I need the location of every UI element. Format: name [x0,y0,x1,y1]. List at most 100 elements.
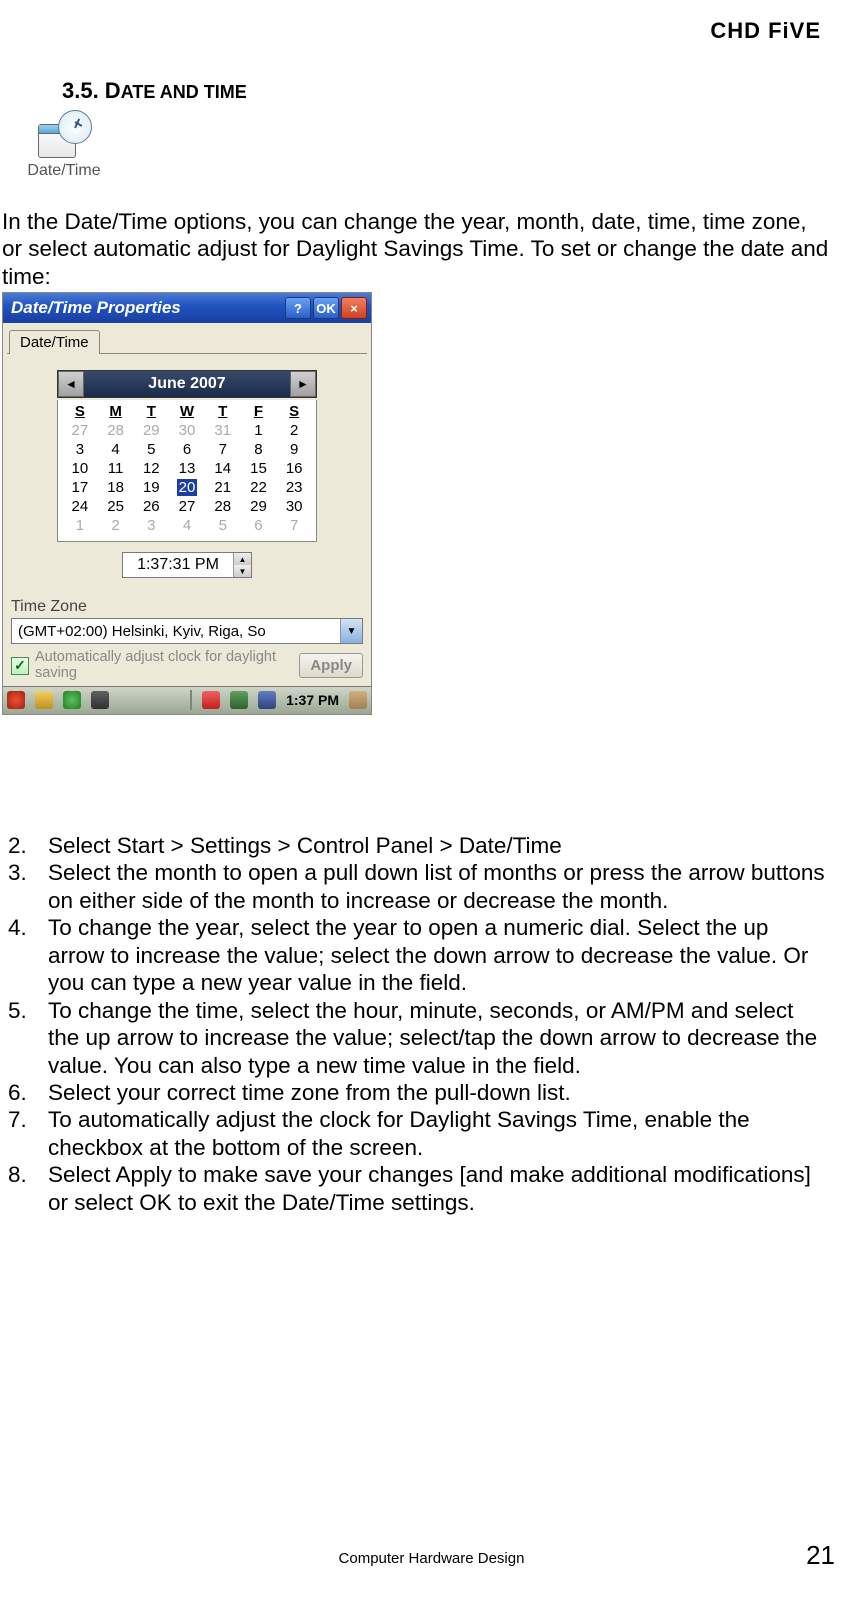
calendar-day[interactable]: 12 [133,459,169,478]
calendar-day[interactable]: 6 [169,440,205,459]
calendar-day[interactable]: 4 [98,440,134,459]
calendar-day[interactable]: 3 [133,516,169,535]
time-field[interactable]: 1:37:31 PM ▲ ▼ [122,552,252,578]
timezone-value: (GMT+02:00) Helsinki, Kyiv, Riga, So [12,619,340,643]
ok-button[interactable]: OK [313,297,339,319]
taskbar-icon-2[interactable] [63,691,81,709]
calendar-day[interactable]: 19 [133,478,169,497]
tray-icon-2[interactable] [230,691,248,709]
time-down-icon[interactable]: ▼ [234,565,251,577]
intro-paragraph: In the Date/Time options, you can change… [2,208,832,290]
prev-month-button[interactable]: ◄ [58,371,84,397]
month-label[interactable]: June 2007 [84,375,290,393]
calendar-day[interactable]: 23 [276,478,312,497]
instruction-number: 4. [2,914,48,996]
tray-icon-1[interactable] [202,691,220,709]
date-time-icon-label: Date/Time [24,162,104,180]
instruction-number: 8. [2,1161,48,1216]
calendar-day[interactable]: 11 [98,459,134,478]
apply-button[interactable]: Apply [299,653,363,678]
calendar-day[interactable]: 21 [205,478,241,497]
calendar-day[interactable]: 1 [241,421,277,440]
dialog-body: ◄ June 2007 ► SMTWTFS2728293031123456789… [7,353,367,590]
header-brand: CHD FiVE [710,18,821,44]
dst-checkbox[interactable]: ✓ [11,657,29,675]
calendar-day[interactable]: 13 [169,459,205,478]
help-button[interactable]: ? [285,297,311,319]
footer-text: Computer Hardware Design [339,1550,525,1567]
section-heading: 3.5. DATE AND TIME [62,78,247,104]
time-row: 1:37:31 PM ▲ ▼ [15,552,359,578]
calendar-day[interactable]: 2 [98,516,134,535]
instruction-text: Select Apply to make save your changes [… [48,1161,830,1216]
instruction-item: 7.To automatically adjust the clock for … [2,1106,830,1161]
date-time-icon-block: Date/Time [24,110,104,180]
date-time-dialog: Date/Time Properties ? OK × Date/Time ◄ … [2,292,372,715]
calendar-day[interactable]: 28 [98,421,134,440]
calendar-day[interactable]: 8 [241,440,277,459]
calendar-day[interactable]: 25 [98,497,134,516]
calendar-dow: T [133,402,169,421]
calendar-day[interactable]: 1 [62,516,98,535]
calendar-day[interactable]: 27 [62,421,98,440]
calendar-dow: S [276,402,312,421]
calendar-day[interactable]: 7 [205,440,241,459]
timezone-select[interactable]: (GMT+02:00) Helsinki, Kyiv, Riga, So ▼ [11,618,363,644]
calendar-day[interactable]: 31 [205,421,241,440]
taskbar-divider [190,690,192,710]
date-time-icon [36,110,92,160]
taskbar-icon-1[interactable] [35,691,53,709]
page-number: 21 [806,1540,835,1571]
calendar-grid: SMTWTFS272829303112345678910111213141516… [57,400,317,542]
calendar-day[interactable]: 4 [169,516,205,535]
calendar-day[interactable]: 3 [62,440,98,459]
calendar-day[interactable]: 9 [276,440,312,459]
calendar-day[interactable]: 20 [169,478,205,497]
calendar-day[interactable]: 6 [241,516,277,535]
dropdown-arrow-icon[interactable]: ▼ [340,619,362,643]
calendar-day[interactable]: 28 [205,497,241,516]
calendar-day[interactable]: 27 [169,497,205,516]
calendar-day[interactable]: 30 [169,421,205,440]
dialog-titlebar: Date/Time Properties ? OK × [3,293,371,323]
dst-text: Automatically adjust clock for daylight … [35,650,293,682]
calendar-day[interactable]: 29 [133,421,169,440]
calendar-dow: W [169,402,205,421]
calendar-day[interactable]: 18 [98,478,134,497]
instruction-text: To change the year, select the year to o… [48,914,830,996]
close-button[interactable]: × [341,297,367,319]
tab-date-time[interactable]: Date/Time [9,330,100,354]
start-icon[interactable] [7,691,25,709]
calendar-day[interactable]: 2 [276,421,312,440]
time-up-icon[interactable]: ▲ [234,553,251,565]
month-navigator: ◄ June 2007 ► [57,370,317,398]
calendar-day[interactable]: 14 [205,459,241,478]
calendar-day[interactable]: 16 [276,459,312,478]
instruction-list: 2.Select Start > Settings > Control Pane… [2,832,830,1216]
timezone-label: Time Zone [11,598,371,616]
calendar-day[interactable]: 22 [241,478,277,497]
calendar-day[interactable]: 7 [276,516,312,535]
calendar-day[interactable]: 5 [205,516,241,535]
calendar-day[interactable]: 17 [62,478,98,497]
time-value[interactable]: 1:37:31 PM [123,553,233,577]
calendar-day[interactable]: 5 [133,440,169,459]
calendar-day[interactable]: 29 [241,497,277,516]
heading-rest: ATE AND TIME [121,82,247,102]
next-month-button[interactable]: ► [290,371,316,397]
time-spinner[interactable]: ▲ ▼ [233,553,251,577]
instruction-item: 4.To change the year, select the year to… [2,914,830,996]
instruction-text: Select your correct time zone from the p… [48,1079,830,1106]
taskbar-clock[interactable]: 1:37 PM [286,692,339,708]
calendar-day[interactable]: 26 [133,497,169,516]
calendar-day[interactable]: 30 [276,497,312,516]
calendar-day[interactable]: 10 [62,459,98,478]
calendar-day[interactable]: 15 [241,459,277,478]
tray-icon-3[interactable] [258,691,276,709]
instruction-item: 5.To change the time, select the hour, m… [2,997,830,1079]
tray-icon-4[interactable] [349,691,367,709]
taskbar-icon-3[interactable] [91,691,109,709]
dialog-title-text: Date/Time Properties [11,298,283,318]
instruction-number: 5. [2,997,48,1079]
calendar-day[interactable]: 24 [62,497,98,516]
